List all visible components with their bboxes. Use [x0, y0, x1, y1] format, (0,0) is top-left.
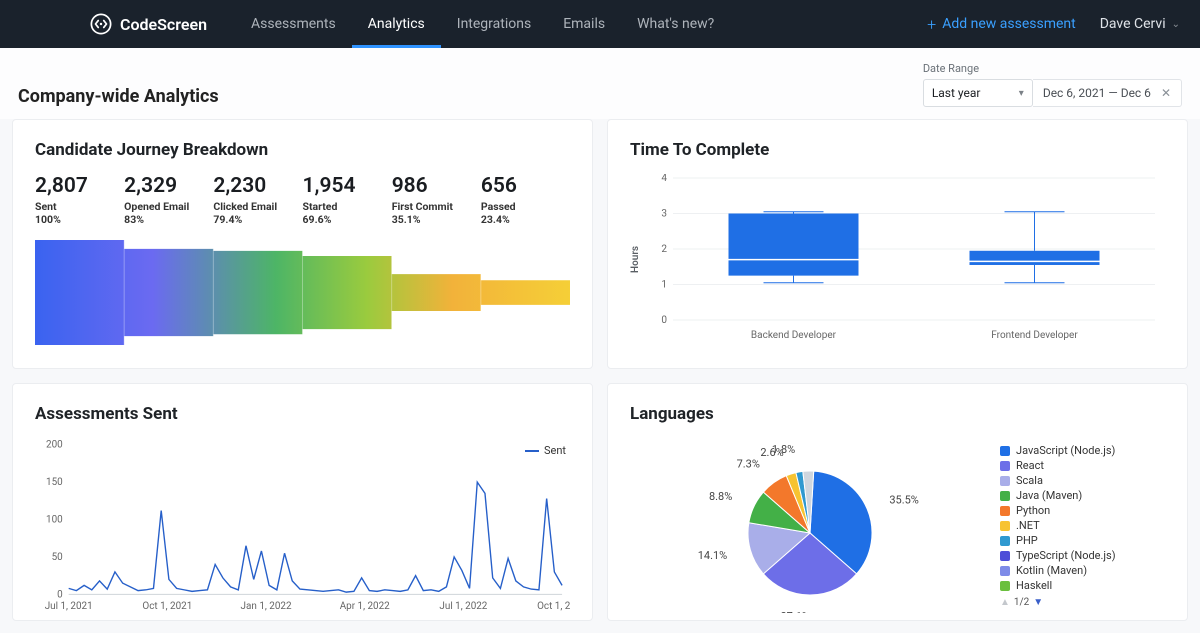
svg-text:0: 0 — [661, 315, 667, 326]
nav-item-what-s-new-[interactable]: What's new? — [621, 0, 730, 48]
svg-text:7.3%: 7.3% — [737, 458, 760, 471]
svg-text:Oct 1, 2021: Oct 1, 2021 — [142, 601, 192, 612]
legend-item[interactable]: .NET — [1000, 518, 1116, 533]
y-axis-label: Hours — [630, 174, 641, 344]
svg-text:200: 200 — [46, 440, 63, 451]
legend-item[interactable]: Kotlin (Maven) — [1000, 563, 1116, 578]
svg-text:0: 0 — [57, 589, 63, 600]
pie-legend: JavaScript (Node.js)ReactScalaJava (Mave… — [1000, 443, 1116, 593]
time-card: Time To Complete Hours 0 1 2 3 4 Backend Dev… — [607, 119, 1188, 369]
brand-logo[interactable]: CodeScreen — [90, 13, 207, 35]
funnel-stage: 656Passed23.4% — [481, 174, 570, 226]
topbar: CodeScreen AssessmentsAnalyticsIntegrati… — [0, 0, 1200, 48]
svg-text:2: 2 — [661, 244, 667, 255]
svg-text:150: 150 — [46, 477, 63, 488]
boxplot-chart: 0 1 2 3 4 Backend Developer Frontend Develope… — [645, 174, 1165, 344]
caret-down-icon: ▾ — [1019, 88, 1024, 99]
legend-item[interactable]: React — [1000, 458, 1116, 473]
legend-item[interactable]: Python — [1000, 503, 1116, 518]
line-chart: 0 50 100 150 200 Jul 1, 2021 Oct 1, 2021 Jan 1… — [35, 438, 570, 613]
date-range-label: Date Range — [923, 62, 1182, 75]
svg-text:35.5%: 35.5% — [889, 494, 919, 507]
svg-text:8.8%: 8.8% — [709, 490, 732, 503]
main-nav: AssessmentsAnalyticsIntegrationsEmailsWh… — [235, 0, 730, 48]
funnel-stage: 1,954Started69.6% — [303, 174, 392, 226]
user-menu[interactable]: Dave Cervi ⌄ — [1100, 16, 1180, 32]
svg-text:3: 3 — [661, 209, 667, 220]
legend-item[interactable]: TypeScript (Node.js) — [1000, 548, 1116, 563]
nav-item-analytics[interactable]: Analytics — [352, 0, 441, 48]
line-legend: Sent — [525, 444, 566, 457]
funnel-stage: 986First Commit35.1% — [392, 174, 481, 226]
funnel-stage: 2,230Clicked Email79.4% — [213, 174, 302, 226]
plus-icon: + — [927, 15, 936, 34]
languages-card: Languages 35.5%27.1%14.1%8.8%7.3%2.6%1.8… — [607, 383, 1188, 621]
legend-item[interactable]: Scala — [1000, 473, 1116, 488]
funnel-title: Candidate Journey Breakdown — [35, 140, 570, 160]
user-name: Dave Cervi — [1100, 16, 1166, 32]
add-assessment-label: Add new assessment — [942, 16, 1076, 32]
legend-pager[interactable]: ▲ 1/2 ▼ — [1000, 597, 1116, 608]
add-assessment-button[interactable]: + Add new assessment — [927, 15, 1076, 34]
pager-prev-icon[interactable]: ▲ — [1000, 597, 1010, 608]
funnel-stage: 2,807Sent100% — [35, 174, 124, 226]
date-preset-select[interactable]: Last year ▾ — [923, 79, 1033, 107]
brand-icon — [90, 13, 112, 35]
svg-text:Frontend Developer: Frontend Developer — [991, 330, 1078, 341]
svg-text:50: 50 — [52, 552, 63, 563]
svg-text:Jul 1, 2021: Jul 1, 2021 — [45, 601, 93, 612]
svg-text:Jan 1, 2022: Jan 1, 2022 — [241, 601, 292, 612]
page-header: Company-wide Analytics Date Range Last y… — [0, 48, 1200, 119]
legend-item[interactable]: JavaScript (Node.js) — [1000, 443, 1116, 458]
funnel-stage: 2,329Opened Email83% — [124, 174, 213, 226]
svg-text:100: 100 — [46, 515, 63, 526]
brand-name: CodeScreen — [120, 15, 207, 34]
svg-text:4: 4 — [661, 174, 667, 184]
page-title: Company-wide Analytics — [18, 86, 219, 107]
languages-title: Languages — [630, 404, 1165, 424]
clear-date-icon[interactable]: ✕ — [1161, 86, 1171, 100]
funnel-chart — [35, 240, 570, 345]
assessments-card: Assessments Sent Sent 0 50 100 150 200 Jul 1… — [12, 383, 593, 621]
assessments-title: Assessments Sent — [35, 404, 570, 424]
pager-next-icon[interactable]: ▼ — [1033, 597, 1043, 608]
legend-item[interactable]: Haskell — [1000, 578, 1116, 593]
svg-text:Oct 1, 2022: Oct 1, 2022 — [537, 601, 570, 612]
svg-text:Backend Developer: Backend Developer — [751, 330, 837, 341]
nav-item-emails[interactable]: Emails — [547, 0, 621, 48]
date-range-display[interactable]: Dec 6, 2021 — Dec 6 ✕ — [1033, 79, 1182, 107]
funnel-stats-row: 2,807Sent100%2,329Opened Email83%2,230Cl… — [35, 174, 570, 226]
svg-text:Jul 1, 2022: Jul 1, 2022 — [439, 601, 487, 612]
svg-text:1.8%: 1.8% — [772, 443, 795, 456]
legend-item[interactable]: PHP — [1000, 533, 1116, 548]
chevron-down-icon: ⌄ — [1172, 19, 1180, 30]
svg-text:1: 1 — [661, 280, 667, 291]
pie-chart: 35.5%27.1%14.1%8.8%7.3%2.6%1.8% — [630, 438, 970, 613]
legend-item[interactable]: Java (Maven) — [1000, 488, 1116, 503]
funnel-card: Candidate Journey Breakdown 2,807Sent100… — [12, 119, 593, 369]
time-title: Time To Complete — [630, 140, 1165, 160]
nav-item-assessments[interactable]: Assessments — [235, 0, 352, 48]
svg-text:Apr 1, 2022: Apr 1, 2022 — [340, 601, 390, 612]
nav-item-integrations[interactable]: Integrations — [441, 0, 547, 48]
svg-text:14.1%: 14.1% — [698, 549, 728, 562]
